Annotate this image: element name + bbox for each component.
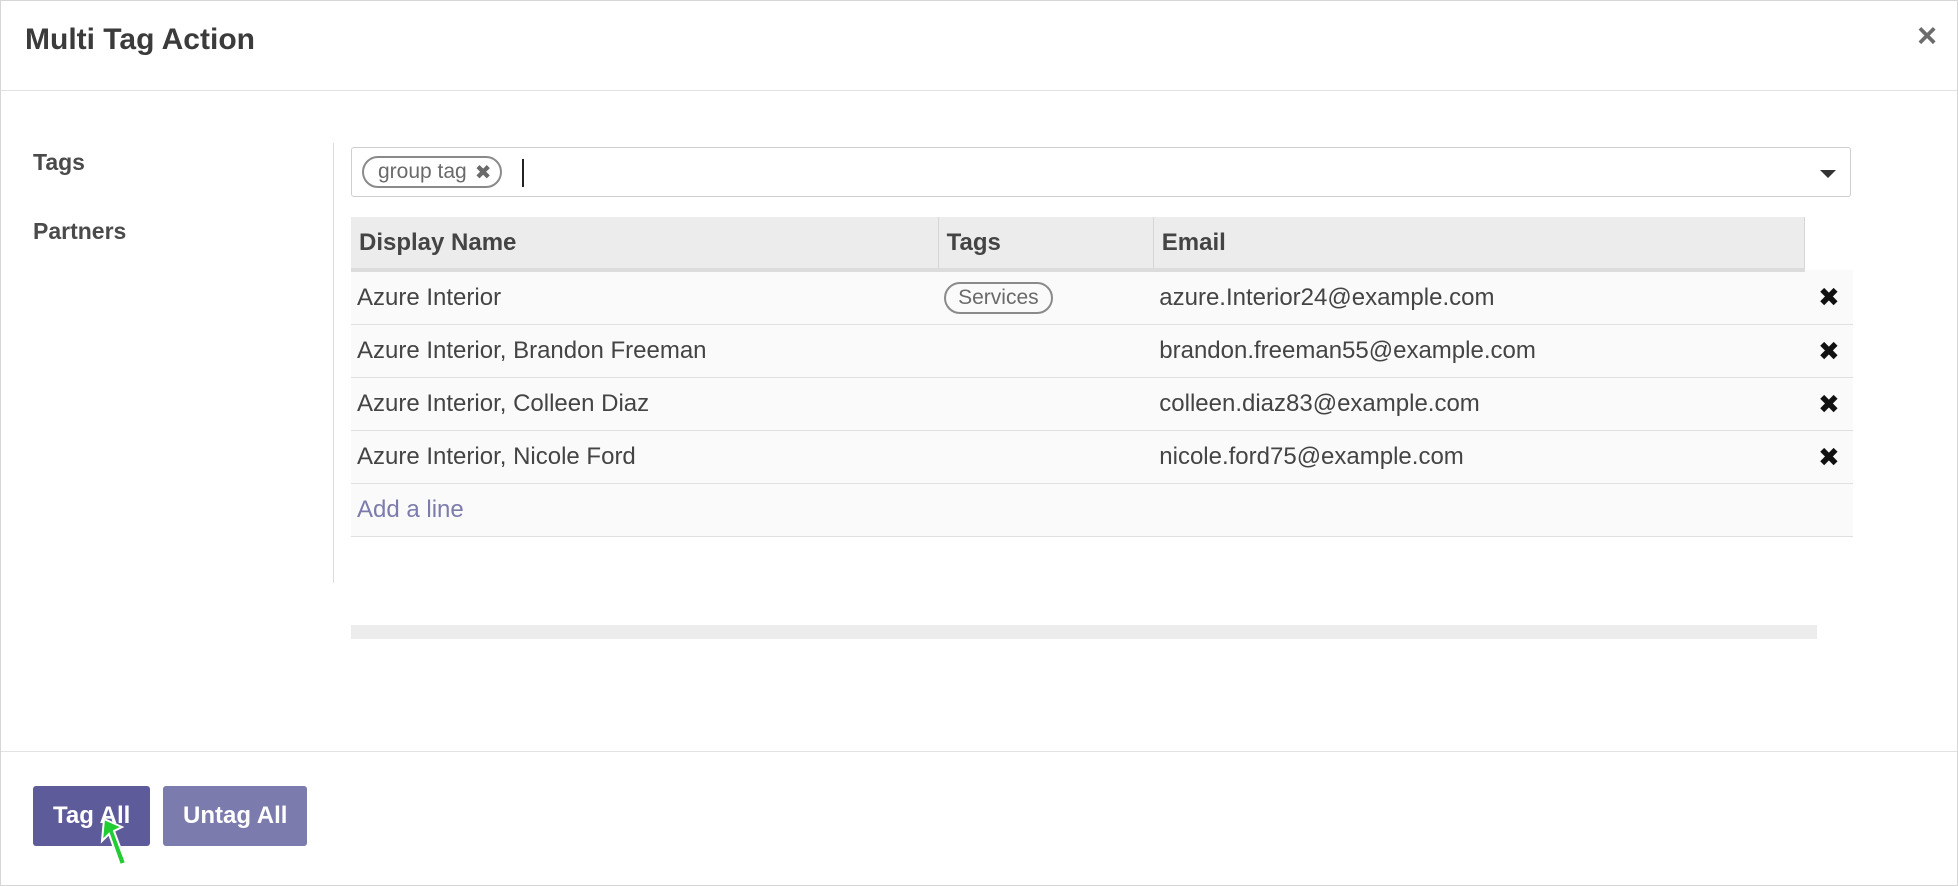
table-row[interactable]: Azure Interior, Brandon Freeman brandon.… <box>351 324 1853 378</box>
tag-chip-label: group tag <box>378 160 467 183</box>
row-tags: Services <box>938 270 1154 325</box>
delete-row-icon[interactable]: ✖ <box>1804 377 1853 431</box>
row-tags <box>938 430 1154 484</box>
column-display-name[interactable]: Display Name <box>351 217 939 272</box>
table-header-row: Display Name Tags Email <box>351 217 1853 272</box>
form-divider <box>333 143 334 583</box>
row-email: brandon.freeman55@example.com <box>1153 324 1805 378</box>
dialog-body: Tags Partners group tag ✖ Display Name T… <box>1 91 1957 751</box>
row-email: nicole.ford75@example.com <box>1153 430 1805 484</box>
column-email[interactable]: Email <box>1153 217 1806 272</box>
delete-row-icon[interactable]: ✖ <box>1804 430 1853 484</box>
row-email: colleen.diaz83@example.com <box>1153 377 1805 431</box>
dialog-title: Multi Tag Action <box>25 23 255 56</box>
partners-label: Partners <box>33 218 127 244</box>
tag-all-button[interactable]: Tag All <box>33 786 151 846</box>
row-display-name: Azure Interior, Colleen Diaz <box>351 377 939 431</box>
add-line-link[interactable]: Add a line <box>357 496 464 523</box>
table-row[interactable]: Azure Interior, Nicole Ford nicole.ford7… <box>351 430 1853 484</box>
add-line-cell: Add a line <box>351 483 1853 537</box>
tag-badge: Services <box>944 282 1053 314</box>
tags-input[interactable]: group tag ✖ <box>351 147 1851 197</box>
close-icon[interactable]: × <box>1917 19 1937 53</box>
dialog-footer: Tag All Untag All <box>1 751 1957 885</box>
mouse-cursor-icon <box>100 817 128 867</box>
delete-row-icon[interactable]: ✖ <box>1804 270 1853 325</box>
tags-label: Tags <box>33 149 85 175</box>
column-actions <box>1804 217 1853 270</box>
table-row[interactable]: Azure Interior, Colleen Diaz colleen.dia… <box>351 377 1853 431</box>
row-display-name: Azure Interior, Nicole Ford <box>351 430 939 484</box>
partners-table: Display Name Tags Email Azure Interior S… <box>351 217 1853 537</box>
text-caret <box>522 159 524 187</box>
row-tags <box>938 324 1154 378</box>
row-display-name: Azure Interior, Brandon Freeman <box>351 324 939 378</box>
column-tags[interactable]: Tags <box>938 217 1154 272</box>
remove-tag-icon[interactable]: ✖ <box>475 160 492 185</box>
tag-chip-group-tag: group tag ✖ <box>362 156 502 188</box>
row-display-name: Azure Interior <box>351 270 939 325</box>
multi-tag-dialog: Multi Tag Action × Tags Partners group t… <box>0 0 1958 886</box>
dialog-header: Multi Tag Action × <box>1 1 1957 91</box>
add-line-row: Add a line <box>351 483 1853 537</box>
delete-row-icon[interactable]: ✖ <box>1804 324 1853 378</box>
table-row[interactable]: Azure Interior Services azure.Interior24… <box>351 270 1853 325</box>
untag-all-button[interactable]: Untag All <box>163 786 308 846</box>
chevron-down-icon[interactable] <box>1820 170 1836 178</box>
row-email: azure.Interior24@example.com <box>1153 270 1805 325</box>
row-tags <box>938 377 1154 431</box>
table-footer <box>351 625 1817 639</box>
